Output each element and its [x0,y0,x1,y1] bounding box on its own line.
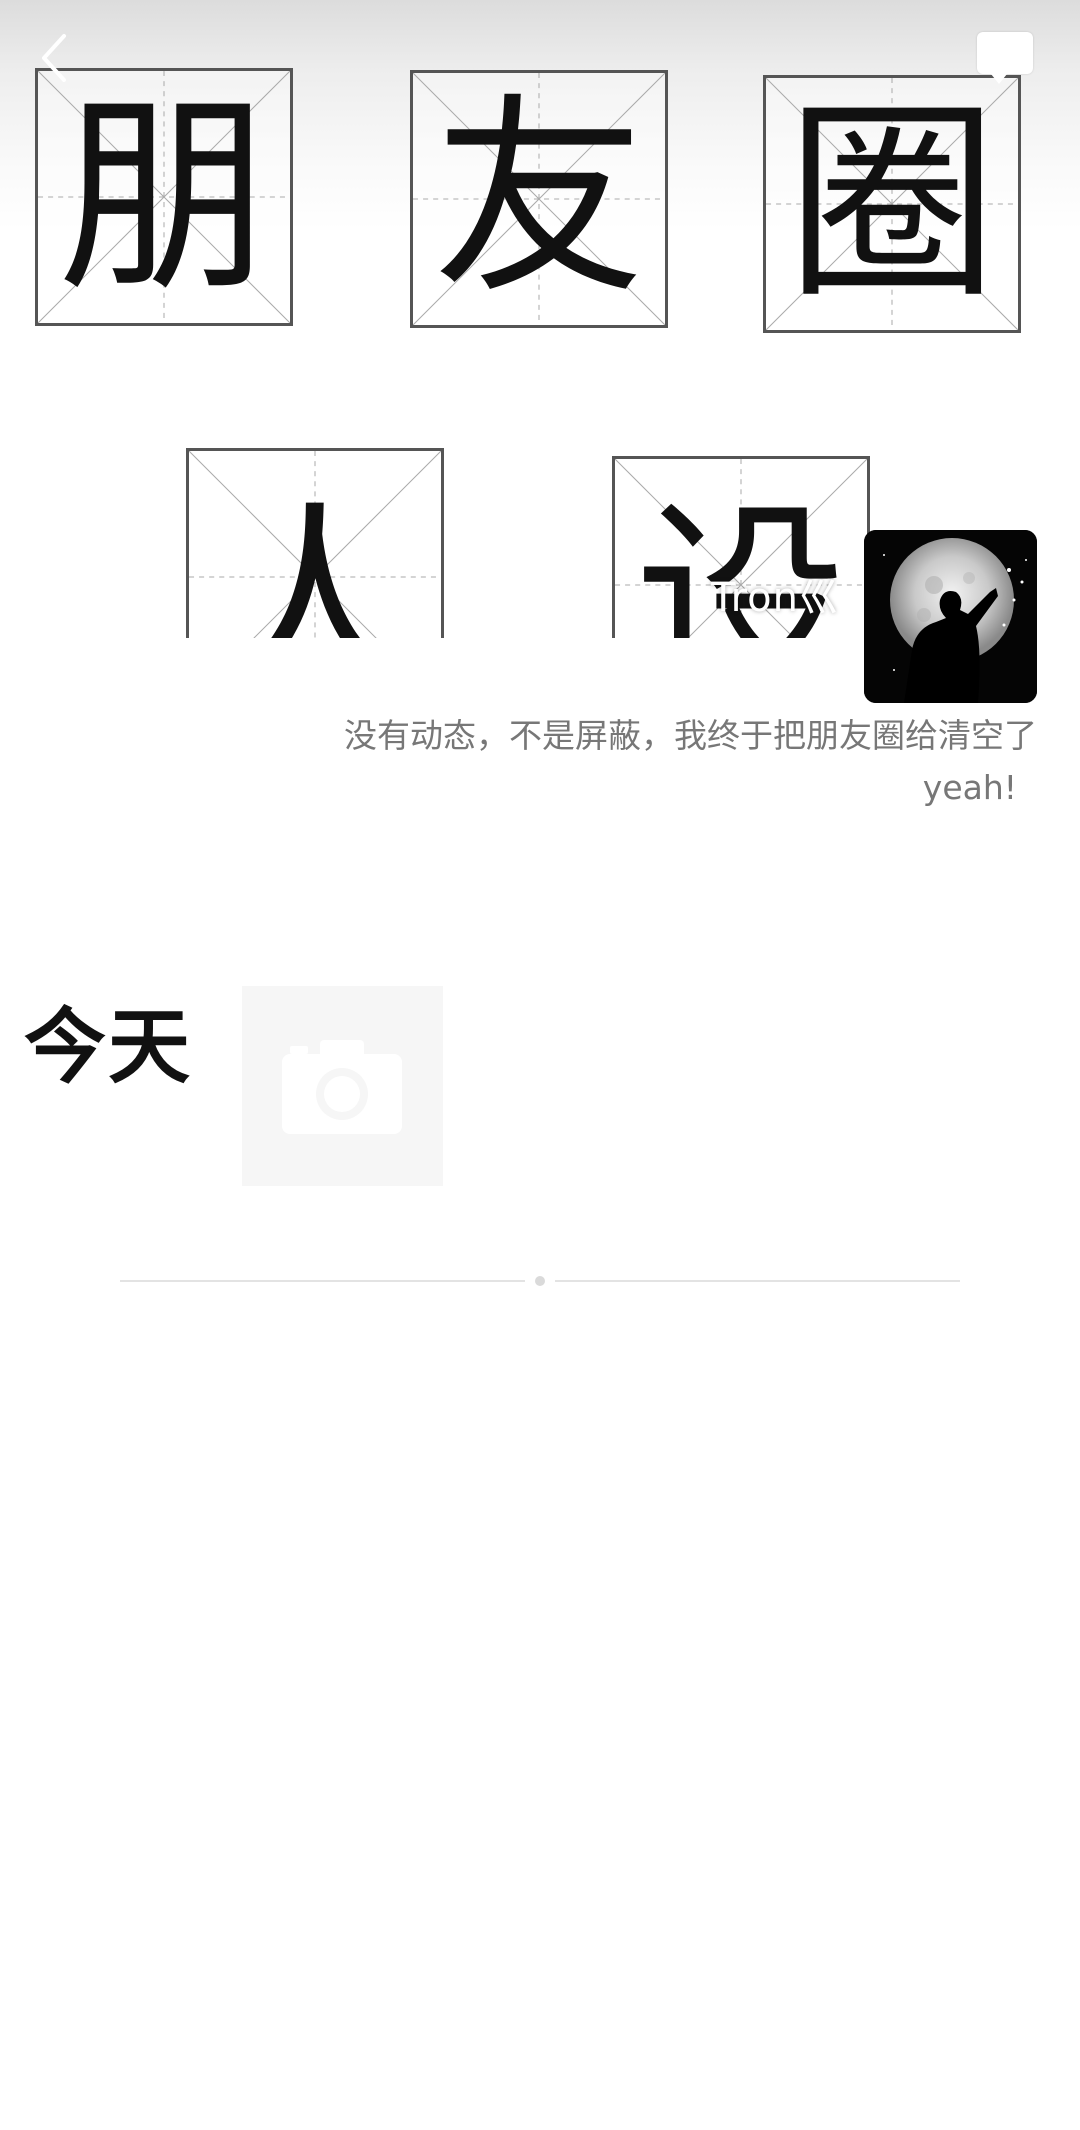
cover-char: 圈 [786,80,998,327]
cover-char: 朋 [58,73,270,320]
signature-line: yeah! [922,768,1017,807]
camera-icon [282,1040,402,1134]
chevron-left-icon[interactable] [30,28,82,88]
divider [120,1280,525,1282]
signature-line: 没有动态，不是屏蔽，我终于把朋友圈给清空了 [344,716,1037,755]
cover-grid-box: 人 [186,448,444,638]
cover-grid-box: 朋 [35,68,293,326]
camera-icon[interactable] [977,32,1033,84]
avatar[interactable] [864,530,1037,703]
nickname[interactable]: Tron巛 [711,565,840,623]
cover-char: 人 [209,483,421,639]
cover-char: 友 [433,75,645,322]
date-label: 今天 [24,1000,193,1095]
post-photo-button[interactable] [242,986,443,1186]
cover-grid-box: 友 [410,70,668,328]
signature: 没有动态，不是屏蔽，我终于把朋友圈给清空了 yeah! [250,710,1037,814]
avatar-image [864,530,1037,703]
divider-dot [535,1276,545,1286]
cover-grid-box: 圈 [763,75,1021,333]
divider [555,1280,960,1282]
